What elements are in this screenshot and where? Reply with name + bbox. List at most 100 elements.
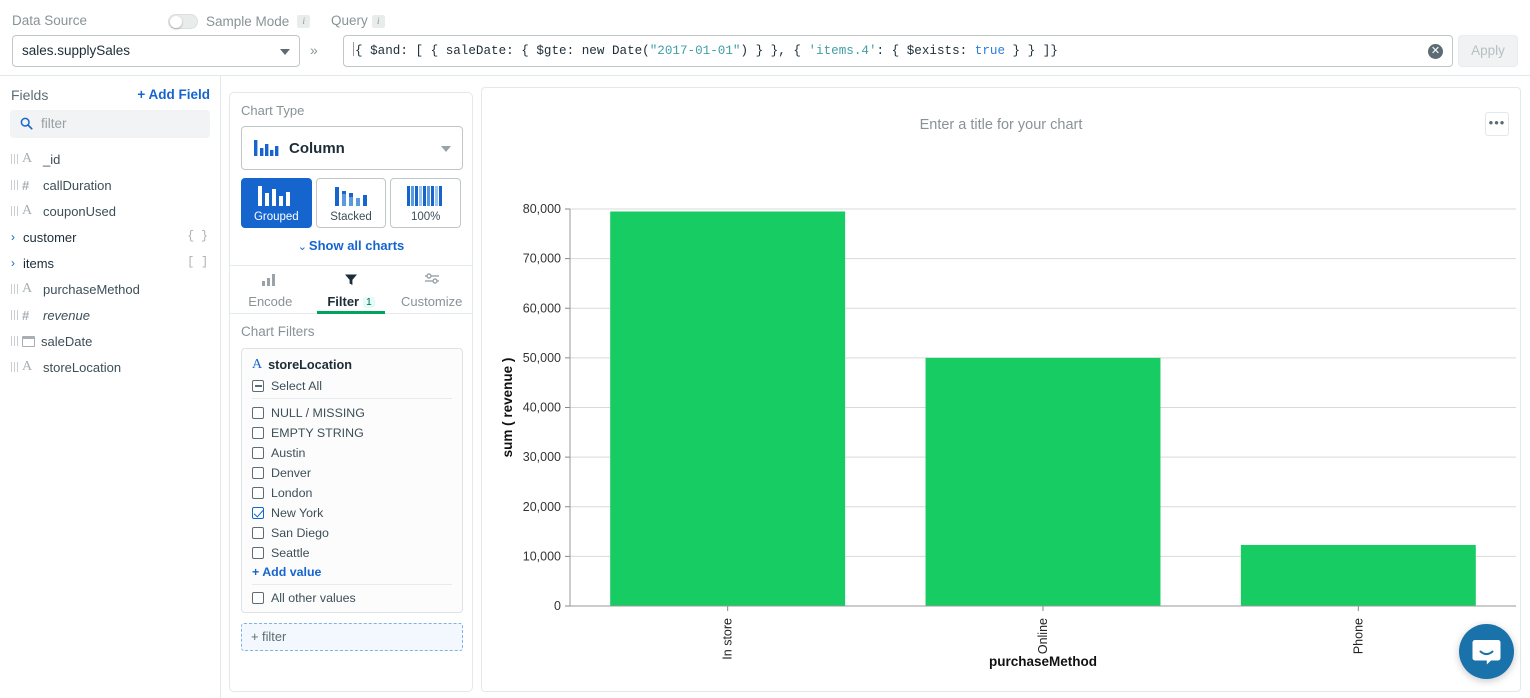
filter-value-row[interactable]: Austin (252, 443, 452, 463)
field-row[interactable]: ApurchaseMethod (0, 276, 221, 302)
field-name: items (23, 256, 54, 271)
number-type-icon: # (22, 179, 37, 192)
field-filter-placeholder: filter (41, 110, 67, 138)
chevron-right-icon[interactable]: › (11, 257, 22, 269)
add-value-button[interactable]: + Add value (252, 565, 452, 579)
y-axis-tick-label: 70,000 (523, 252, 561, 266)
y-axis-tick-label: 0 (554, 599, 561, 613)
chart-config-panel: Chart Type Column Group (229, 92, 473, 692)
filter-count-badge: 1 (363, 297, 375, 308)
y-axis-tick-label: 20,000 (523, 500, 561, 514)
filter-value-row[interactable]: Denver (252, 463, 452, 483)
search-icon (20, 117, 33, 130)
show-all-charts-button[interactable]: ⌄Show all charts (241, 238, 461, 253)
select-all-checkbox[interactable] (252, 380, 264, 392)
select-all-row[interactable]: Select All (252, 379, 452, 399)
filter-value-label: London (271, 486, 312, 500)
filter-value-row[interactable]: NULL / MISSING (252, 403, 452, 423)
variant-grouped[interactable]: Grouped (241, 178, 312, 228)
query-text: { $and: [ { saleDate: { $gte: new Date("… (353, 36, 1416, 66)
query-input[interactable]: { $and: [ { saleDate: { $gte: new Date("… (343, 35, 1453, 67)
y-axis-tick-label: 40,000 (523, 401, 561, 415)
filter-value-checkbox[interactable] (252, 447, 264, 459)
field-name: couponUsed (43, 204, 116, 219)
variant-stacked[interactable]: Stacked (316, 178, 387, 228)
drag-handle-icon[interactable] (11, 336, 18, 346)
filter-value-checkbox[interactable] (252, 427, 264, 439)
drag-handle-icon[interactable] (11, 362, 18, 372)
tab-filter-label: Filter (327, 294, 359, 309)
query-string-2: 'items.4' (808, 44, 876, 58)
field-list: A_id#callDurationAcouponUsed›customer{ }… (0, 146, 221, 380)
filter-value-row[interactable]: New York (252, 503, 452, 523)
add-filter-dropzone[interactable]: + filter (241, 623, 463, 651)
sample-mode-info-icon[interactable]: i (297, 15, 310, 28)
field-row[interactable]: A_id (0, 146, 221, 172)
filter-value-label: San Diego (271, 526, 329, 540)
chart-type-select[interactable]: Column (241, 126, 463, 170)
filter-value-row[interactable]: EMPTY STRING (252, 423, 452, 443)
field-row[interactable]: saleDate (0, 328, 221, 354)
drag-handle-icon[interactable] (11, 206, 18, 216)
bar[interactable] (926, 358, 1161, 606)
chevron-right-icon[interactable]: › (11, 231, 22, 243)
intercom-chat-button[interactable] (1459, 624, 1514, 679)
filter-field-name: storeLocation (268, 358, 352, 372)
config-tabs: Encode Filter 1 Customize (230, 266, 472, 314)
field-row[interactable]: AcouponUsed (0, 198, 221, 224)
all-other-values-row[interactable]: All other values (252, 584, 452, 604)
data-source-label: Data Source (12, 13, 87, 28)
y-axis-title: sum ( revenue ) (500, 358, 515, 458)
clear-query-icon[interactable]: ✕ (1428, 44, 1443, 59)
filter-value-checkbox[interactable] (252, 507, 264, 519)
field-name: revenue (43, 308, 90, 323)
field-filter-input[interactable]: filter (10, 110, 210, 138)
filter-value-checkbox[interactable] (252, 467, 264, 479)
filter-value-row[interactable]: San Diego (252, 523, 452, 543)
query-info-icon[interactable]: i (372, 15, 385, 28)
filter-value-checkbox[interactable] (252, 547, 264, 559)
calendar-icon (22, 336, 35, 347)
filter-value-checkbox[interactable] (252, 487, 264, 499)
query-label: Queryi (331, 13, 385, 28)
tab-encode[interactable]: Encode (230, 266, 311, 313)
field-row[interactable]: #revenue (0, 302, 221, 328)
select-all-label: Select All (271, 379, 322, 393)
drag-handle-icon[interactable] (11, 154, 18, 164)
apply-button[interactable]: Apply (1458, 35, 1518, 67)
variant-100-percent[interactable]: 100% (390, 178, 461, 228)
bar[interactable] (1241, 545, 1476, 606)
add-field-button[interactable]: + Add Field (137, 87, 210, 102)
tab-customize[interactable]: Customize (391, 266, 472, 313)
field-row[interactable]: ›items[ ] (0, 250, 221, 276)
sample-mode-control[interactable]: Sample Mode i (168, 14, 310, 29)
data-source-select[interactable]: sales.supplySales (12, 35, 300, 67)
field-row[interactable]: AstoreLocation (0, 354, 221, 380)
filter-value-checkbox[interactable] (252, 407, 264, 419)
chart-svg: 010,00020,00030,00040,00050,00060,00070,… (482, 88, 1522, 693)
filter-value-label: Denver (271, 466, 311, 480)
filter-value-label: NULL / MISSING (271, 406, 365, 420)
filter-value-row[interactable]: Seattle (252, 543, 452, 563)
bar[interactable] (610, 211, 845, 606)
filter-value-label: Austin (271, 446, 305, 460)
chart-type-value: Column (289, 140, 345, 157)
all-other-values-checkbox[interactable] (252, 592, 264, 604)
drag-handle-icon[interactable] (11, 180, 18, 190)
drag-handle-icon[interactable] (11, 284, 18, 294)
drag-handle-icon[interactable] (11, 310, 18, 320)
sample-mode-toggle[interactable] (168, 14, 198, 29)
query-string-1: "2017-01-01" (650, 44, 741, 58)
expand-panel-icon[interactable]: » (310, 42, 318, 58)
field-row[interactable]: #callDuration (0, 172, 221, 198)
string-type-icon: A (252, 357, 262, 373)
field-name: purchaseMethod (43, 282, 140, 297)
filter-value-label: Seattle (271, 546, 310, 560)
filter-value-row[interactable]: London (252, 483, 452, 503)
sample-mode-label: Sample Mode (206, 14, 289, 29)
tab-filter[interactable]: Filter 1 (311, 266, 392, 313)
query-part-3: : { $exists: (877, 44, 975, 58)
field-row[interactable]: ›customer{ } (0, 224, 221, 250)
filter-value-checkbox[interactable] (252, 527, 264, 539)
sliders-icon (424, 272, 440, 287)
